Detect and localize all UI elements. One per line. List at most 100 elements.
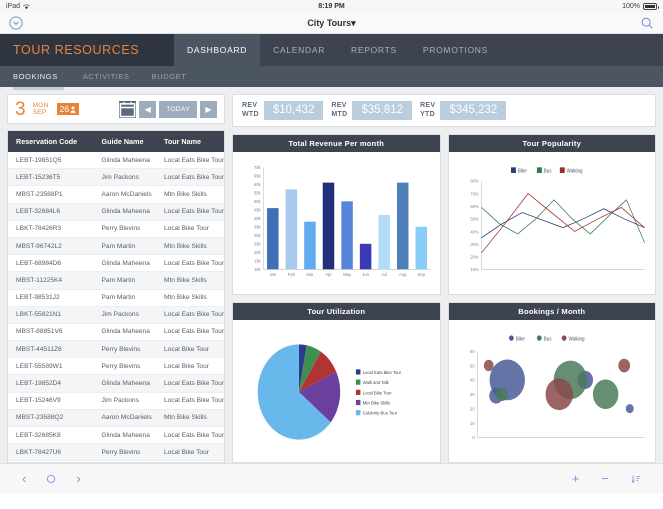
sort-icon[interactable]	[631, 474, 641, 484]
subtab-bookings[interactable]: BOOKINGS	[13, 66, 72, 90]
subtab-budget[interactable]: BUDGET	[141, 66, 198, 87]
table-row[interactable]: MBST-23588Q2 Aaron McDaniels Mtn Bike Skil…	[8, 409, 224, 428]
column-tour-name[interactable]: Tour Name	[155, 131, 224, 152]
tab-reports[interactable]: REPORTS	[338, 34, 410, 66]
kpi-wtd-label-top: REV	[242, 102, 258, 110]
cell-tour-name: Local Eats Bike Tour	[155, 374, 224, 393]
svg-text:Bus: Bus	[543, 168, 551, 174]
card-tour-utilization: Tour Utilization Local Eats Bike Tour Wal…	[232, 302, 441, 463]
cell-guide-name: Jim Packons	[93, 168, 156, 187]
svg-text:50%: 50%	[470, 216, 478, 221]
next-day-button[interactable]: ▶	[200, 100, 217, 118]
svg-text:40: 40	[470, 377, 475, 382]
svg-text:70%: 70%	[470, 191, 478, 196]
svg-text:Jul: Jul	[382, 272, 387, 277]
table-row[interactable]: MBST-96742L2 Pam Martin Mtn Bike Skills	[8, 237, 224, 256]
kpi-rev-mtd: REV MTD $35,812	[331, 101, 413, 120]
svg-text:May: May	[343, 272, 351, 277]
svg-text:Celebrity Bus Tour: Celebrity Bus Tour	[363, 410, 398, 415]
tab-calendar[interactable]: CALENDAR	[260, 34, 338, 66]
date-nav-group: ◀ TODAY ▶	[119, 100, 217, 118]
kpi-mtd-label-bottom: MTD	[331, 110, 348, 118]
table-row[interactable]: LBKT-78426R3 Perry Blevins Local Bike Tour	[8, 220, 224, 238]
card-tour-popularity: Tour Popularity Bike Bus Walking 80% 70% 60% 5…	[447, 134, 656, 295]
cell-tour-name: Local Bike Tour	[155, 340, 224, 359]
circle-icon[interactable]	[46, 474, 56, 484]
date-weekday: MON	[32, 101, 49, 109]
cell-reservation-code: LEBT-68984D6	[8, 254, 94, 273]
calendar-icon[interactable]	[119, 100, 137, 118]
cell-tour-name: Local Bike Tour	[155, 443, 224, 462]
table-row[interactable]: LEBT-55589W1 Perry Blevins Local Bike Tour	[8, 357, 224, 376]
svg-text:Feb: Feb	[288, 272, 296, 277]
svg-text:50: 50	[470, 363, 475, 368]
prev-day-button[interactable]: ◀	[139, 100, 157, 118]
table-row[interactable]: MBST-23588P1 Aaron McDaniels Mtn Bike Skil…	[8, 185, 224, 204]
cell-reservation-code: LEBT-19852D4	[8, 374, 94, 393]
svg-text:40k: 40k	[254, 216, 261, 221]
cell-reservation-code: LEBT-15246V9	[8, 392, 94, 410]
svg-text:Sep: Sep	[418, 272, 426, 277]
charts-grid: Total Revenue Per month 70k 65k 60k 55k 50k 4…	[232, 134, 656, 463]
svg-text:25k: 25k	[254, 241, 261, 246]
table-row[interactable]: LEBT-68984D6 Glinda Maheena Local Eats Bik…	[8, 254, 224, 273]
chevron-left-icon[interactable]: ‹	[22, 472, 26, 485]
page-title[interactable]: City Tours▾	[0, 18, 663, 29]
status-right-group: 100%	[622, 3, 659, 10]
svg-text:70k: 70k	[254, 165, 261, 170]
table-row[interactable]: MBST-44511Z6 Perry Blevins Local Bike Tour	[8, 340, 224, 359]
table-row[interactable]: MBST-11225K4 Pam Martin Mtn Bike Skills	[8, 271, 224, 290]
cell-reservation-code: LBKT-78427U6	[8, 443, 94, 462]
table-row[interactable]: LEBT-19852D4 Glinda Maheena Local Eats Bik…	[8, 374, 224, 393]
kpi-rev-wtd: REV WTD $10,432	[242, 101, 324, 120]
subtab-activities[interactable]: ACTIVITIES	[72, 66, 141, 87]
table-row[interactable]: LEBT-15246V9 Jim Packons Local Eats Bike T…	[8, 392, 224, 410]
cell-reservation-code: LBKT-55821N1	[8, 306, 94, 324]
cell-reservation-code: LEBT-32685K8	[8, 426, 94, 445]
kpi-wtd-label: REV WTD	[242, 102, 259, 118]
svg-text:Mar: Mar	[306, 272, 314, 277]
column-guide-name[interactable]: Guide Name	[93, 131, 156, 152]
cell-guide-name: Perry Blevins	[93, 220, 156, 238]
table-row[interactable]: MBST-88851V6 Glinda Maheena Local Eats Bik…	[8, 323, 224, 342]
card-bookings-month: Bookings / Month Bike Bus Walking 60 50 40 30 2…	[447, 302, 656, 463]
table-row[interactable]: LEBT-19851Q5 Glinda Maheena Local Eats Bik…	[8, 152, 224, 170]
svg-text:20: 20	[470, 406, 475, 411]
cell-reservation-code: LEBT-15236T5	[8, 168, 94, 187]
cell-reservation-code: LEBT-19851Q5	[8, 152, 94, 170]
table-row[interactable]: LBKT-78427U6 Perry Blevins Local Bike Tour	[8, 443, 224, 462]
svg-text:35k: 35k	[254, 224, 261, 229]
title-caret-icon: ▾	[351, 17, 356, 28]
tab-promotions[interactable]: PROMOTIONS	[410, 34, 501, 66]
reservations-table-panel: Reservation Code Guide Name Tour Name LE…	[7, 130, 225, 463]
ios-status-bar: iPad 8:19 PM 100%	[0, 0, 663, 13]
cell-tour-name: Local Eats Bike Tour	[155, 254, 224, 273]
kpi-ytd-value: $345,232	[440, 101, 507, 120]
cell-reservation-code: MBST-23588Q2	[8, 409, 94, 428]
svg-text:Apr: Apr	[325, 272, 332, 277]
svg-text:Bike: Bike	[517, 168, 526, 174]
card-title-revenue: Total Revenue Per month	[233, 135, 440, 152]
search-icon[interactable]	[640, 16, 654, 30]
svg-text:65k: 65k	[254, 173, 261, 178]
cell-guide-name: Perry Blevins	[93, 357, 156, 376]
table-row[interactable]: LEBT-32685K8 Glinda Maheena Local Eats Bik…	[8, 426, 224, 445]
table-row[interactable]: LEBT-98531J2 Pam Martin Mtn Bike Skills	[8, 289, 224, 307]
today-button[interactable]: TODAY	[159, 100, 197, 118]
chevron-right-icon[interactable]: ›	[76, 472, 80, 485]
svg-text:60: 60	[470, 349, 475, 354]
tab-dashboard[interactable]: DASHBOARD	[174, 34, 261, 66]
table-row[interactable]: LEBT-15236T5 Jim Packons Local Eats Bike T…	[8, 168, 224, 187]
svg-text:45k: 45k	[254, 207, 261, 212]
table-row[interactable]: LBKT-55821N1 Jim Packons Local Eats Bike T…	[8, 306, 224, 324]
battery-percent: 100%	[622, 3, 640, 10]
cell-tour-name: Mtn Bike Skills	[155, 409, 224, 428]
cell-tour-name: Local Eats Bike Tour	[155, 392, 224, 410]
minus-icon[interactable]: −	[601, 472, 609, 485]
cell-tour-name: Local Eats Bike Tour	[155, 426, 224, 445]
left-column: 3 MON SEP 26 ◀ TODAY ▶ Reservation Code …	[7, 94, 225, 463]
table-row[interactable]: LEBT-32684L6 Glinda Maheena Local Eats Bik…	[8, 203, 224, 221]
cell-tour-name: Local Bike Tour	[155, 357, 224, 376]
column-reservation-code[interactable]: Reservation Code	[8, 131, 94, 152]
plus-icon[interactable]: +	[572, 472, 580, 485]
